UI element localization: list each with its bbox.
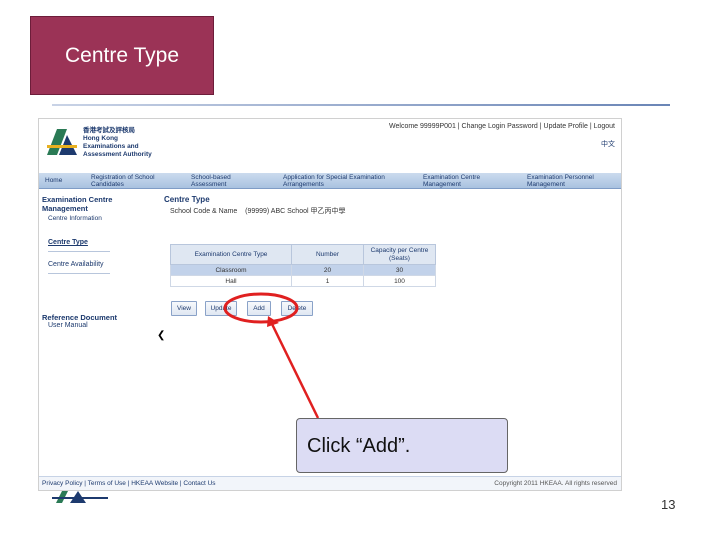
nav-label: Arrangements <box>283 181 324 188</box>
centre-type-table: Examination Centre Type Number Capacity … <box>170 244 436 287</box>
page-number: 13 <box>661 497 676 512</box>
copyright-text: Copyright 2011 HKEAA. All rights reserve… <box>494 480 617 487</box>
instruction-callout: Click “Add”. <box>296 418 508 473</box>
table-header-row: Examination Centre Type Number Capacity … <box>170 244 436 265</box>
org-name: 香港考試及評核局 Hong Kong Examinations and Asse… <box>83 127 152 159</box>
nav-label: Assessment <box>191 181 227 188</box>
org-name-line: Assessment Authority <box>83 151 152 158</box>
page-title: Centre Type <box>164 195 210 204</box>
org-name-chinese: 香港考試及評核局 <box>83 127 135 134</box>
language-toggle[interactable]: 中文 <box>601 139 615 149</box>
table-row[interactable]: Hall 1 100 <box>170 275 436 287</box>
column-header: Number <box>291 244 364 265</box>
main-nav: Home Registration of School Candidates Sc… <box>39 173 621 189</box>
view-button[interactable]: View <box>171 301 197 316</box>
delete-button[interactable]: Delete <box>281 301 313 316</box>
app-header: 香港考試及評核局 Hong Kong Examinations and Asse… <box>39 119 621 173</box>
sidebar-title-line: Management <box>42 204 88 213</box>
nav-registration[interactable]: Registration of School Candidates <box>91 174 155 188</box>
sidebar-section-title: Examination Centre Management <box>42 195 112 213</box>
app-footer: Privacy Policy | Terms of Use | HKEAA We… <box>39 476 621 490</box>
org-name-line: Examinations and <box>83 143 139 150</box>
sidebar-divider <box>48 273 110 274</box>
nav-centre-management[interactable]: Examination Centre Management <box>423 174 480 188</box>
column-header: Examination Centre Type <box>170 244 292 265</box>
title-divider <box>52 104 670 106</box>
school-value: (99999) ABC School 甲乙丙中學 <box>245 208 346 215</box>
sidebar-title-line: Examination Centre <box>42 195 113 204</box>
nav-label: Examination Centre <box>423 174 481 181</box>
footer-links[interactable]: Privacy Policy | Terms of Use | HKEAA We… <box>42 480 216 487</box>
table-cell: Classroom <box>170 264 292 276</box>
nav-label: Management <box>423 181 461 188</box>
footer-logo-icon <box>52 491 108 503</box>
nav-label: Candidates <box>91 181 124 188</box>
sidebar-item-centre-availability[interactable]: Centre Availability <box>48 261 104 268</box>
account-links[interactable]: Welcome 99999P001 | Change Login Passwor… <box>389 123 615 130</box>
sidebar-item-centre-type[interactable]: Centre Type <box>48 239 88 246</box>
nav-sba[interactable]: School-based Assessment <box>191 174 231 188</box>
reference-document-title: Reference Document <box>42 313 118 322</box>
org-name-line: Hong Kong <box>83 135 119 142</box>
sidebar-subtitle: Centre Information <box>48 215 102 222</box>
sidebar-divider <box>48 251 110 252</box>
table-cell: 1 <box>291 275 364 287</box>
nav-label: Application for Special Examination <box>283 174 385 181</box>
column-header: Capacity per Centre (Seats) <box>363 244 436 265</box>
slide-title: Centre Type <box>30 16 214 95</box>
hkeaa-logo-icon <box>47 129 77 155</box>
nav-label: Registration of School <box>91 174 155 181</box>
nav-label: School-based <box>191 174 231 181</box>
table-cell: 20 <box>291 264 364 276</box>
table-cell: Hall <box>170 275 292 287</box>
table-row[interactable]: Classroom 20 30 <box>170 264 436 276</box>
school-label: School Code & Name <box>170 208 238 215</box>
nav-label: Management <box>527 181 565 188</box>
nav-special-arrangements[interactable]: Application for Special Examination Arran… <box>283 174 385 188</box>
nav-personnel-management[interactable]: Examination Personnel Management <box>527 174 594 188</box>
mouse-cursor-icon: ❮ <box>157 330 166 341</box>
nav-home[interactable]: Home <box>45 177 62 184</box>
update-button[interactable]: Update <box>205 301 237 316</box>
add-button[interactable]: Add <box>247 301 271 316</box>
user-manual-link[interactable]: User Manual <box>48 322 88 329</box>
school-info: School Code & Name (99999) ABC School 甲乙… <box>170 206 345 216</box>
table-cell: 30 <box>363 264 436 276</box>
table-cell: 100 <box>363 275 436 287</box>
nav-label: Examination Personnel <box>527 174 594 181</box>
